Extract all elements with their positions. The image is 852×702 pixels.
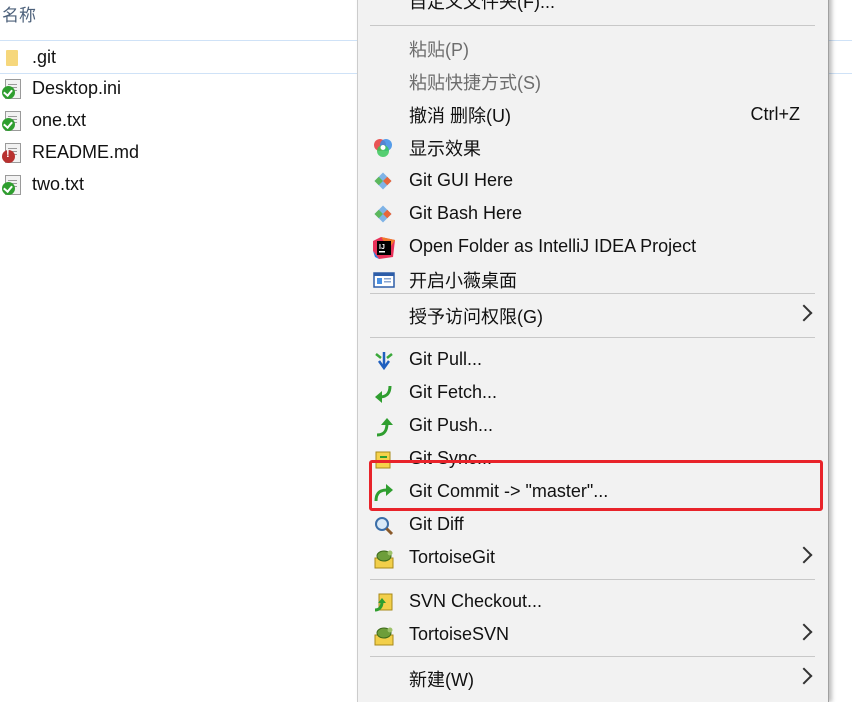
chevron-right-icon <box>795 304 813 322</box>
color-wheel-icon <box>373 138 393 158</box>
menu-item-git-bash-here[interactable]: Git Bash Here <box>358 197 828 230</box>
git-normal-badge-icon <box>2 182 15 195</box>
menu-item-label: 自定义文件夹(F)... <box>409 0 555 12</box>
menu-separator <box>370 656 815 657</box>
menu-item-label: 显示效果 <box>409 138 481 159</box>
chevron-right-icon <box>795 667 813 685</box>
menu-item-git-diff[interactable]: Git Diff <box>358 508 828 541</box>
magnifier-icon <box>373 515 394 536</box>
file-name: README.md <box>32 141 140 162</box>
menu-item-paste[interactable]: 粘贴(P) <box>358 32 828 65</box>
menu-item-label: 粘贴快捷方式(S) <box>409 72 541 93</box>
svg-text:IJ: IJ <box>379 244 385 251</box>
desktop-window-icon <box>373 270 395 290</box>
context-menu: 自定义文件夹(F)... 粘贴(P) 粘贴快捷方式(S) 撤消 删除(U) Ct… <box>357 0 829 702</box>
menu-item-label: Git Fetch... <box>409 382 498 402</box>
menu-item-label: 开启小薇桌面 <box>409 270 517 291</box>
menu-item-open-intellij[interactable]: IJ Open Folder as IntelliJ IDEA Project <box>358 230 828 263</box>
chevron-right-icon <box>795 546 813 564</box>
menu-item-tortoisegit[interactable]: TortoiseGit <box>358 541 828 574</box>
menu-item-git-push[interactable]: Git Push... <box>358 409 828 442</box>
menu-item-shortcut: Ctrl+Z <box>750 104 801 124</box>
intellij-icon: IJ <box>373 237 395 259</box>
file-row-desktop-ini[interactable]: Desktop.ini <box>0 72 356 104</box>
file-name: two.txt <box>32 173 85 194</box>
document-icon <box>2 173 24 195</box>
file-name: one.txt <box>32 109 87 130</box>
menu-item-label: 授予访问权限(G) <box>409 306 543 327</box>
menu-item-display-effects[interactable]: 显示效果 <box>358 131 828 164</box>
menu-separator <box>370 293 815 294</box>
menu-item-paste-shortcut[interactable]: 粘贴快捷方式(S) <box>358 65 828 98</box>
tortoise-icon <box>373 625 394 646</box>
git-pull-icon <box>373 350 393 371</box>
highlight-annotation <box>369 460 823 511</box>
document-icon <box>2 77 24 99</box>
chevron-right-icon <box>795 623 813 641</box>
menu-item-svn-checkout[interactable]: SVN Checkout... <box>358 585 828 618</box>
menu-item-label: SVN Checkout... <box>409 591 543 611</box>
menu-item-label: TortoiseSVN <box>409 624 510 644</box>
menu-item-git-pull[interactable]: Git Pull... <box>358 343 828 376</box>
git-normal-badge-icon <box>2 86 15 99</box>
menu-item-new[interactable]: 新建(W) <box>358 662 828 695</box>
file-name: .git <box>32 46 57 67</box>
column-header-name[interactable]: 名称 <box>2 1 36 26</box>
menu-item-label: 撤消 删除(U) <box>409 105 511 126</box>
git-fetch-icon <box>373 383 393 403</box>
folder-icon <box>2 46 24 68</box>
file-name: Desktop.ini <box>32 77 122 98</box>
menu-item-label: 粘贴(P) <box>409 39 469 60</box>
menu-item-git-fetch[interactable]: Git Fetch... <box>358 376 828 409</box>
menu-item-grant-access[interactable]: 授予访问权限(G) <box>358 299 828 332</box>
menu-item-undo-delete[interactable]: 撤消 删除(U) Ctrl+Z <box>358 98 828 131</box>
menu-separator <box>370 337 815 338</box>
menu-item-label: Open Folder as IntelliJ IDEA Project <box>409 236 697 256</box>
menu-item-xiaowei-desktop[interactable]: 开启小薇桌面 <box>358 263 828 296</box>
git-normal-badge-icon <box>2 118 15 131</box>
menu-item-git-gui-here[interactable]: Git GUI Here <box>358 164 828 197</box>
menu-item-tortoisesvn[interactable]: TortoiseSVN <box>358 618 828 651</box>
git-diamond-icon <box>373 171 393 191</box>
git-modified-badge-icon <box>2 148 15 163</box>
menu-item-label: Git GUI Here <box>409 170 514 190</box>
menu-item-label: Git Push... <box>409 415 494 435</box>
menu-item-label: TortoiseGit <box>409 547 496 567</box>
file-row-one-txt[interactable]: one.txt <box>0 104 356 136</box>
file-row-two-txt[interactable]: two.txt <box>0 168 356 200</box>
menu-separator <box>370 25 815 26</box>
svn-checkout-icon <box>373 592 393 612</box>
menu-separator <box>370 579 815 580</box>
menu-item-label: Git Diff <box>409 514 464 534</box>
file-row-readme-md[interactable]: README.md <box>0 136 356 168</box>
git-diamond-icon <box>373 204 393 224</box>
tortoise-icon <box>373 548 394 569</box>
menu-item-label: Git Pull... <box>409 349 483 369</box>
menu-item-label: Git Bash Here <box>409 203 523 223</box>
git-push-icon <box>373 416 393 437</box>
menu-item-customize-folder[interactable]: 自定义文件夹(F)... <box>358 0 828 17</box>
document-icon <box>2 109 24 131</box>
document-icon <box>2 141 24 163</box>
menu-item-label: 新建(W) <box>409 669 474 690</box>
